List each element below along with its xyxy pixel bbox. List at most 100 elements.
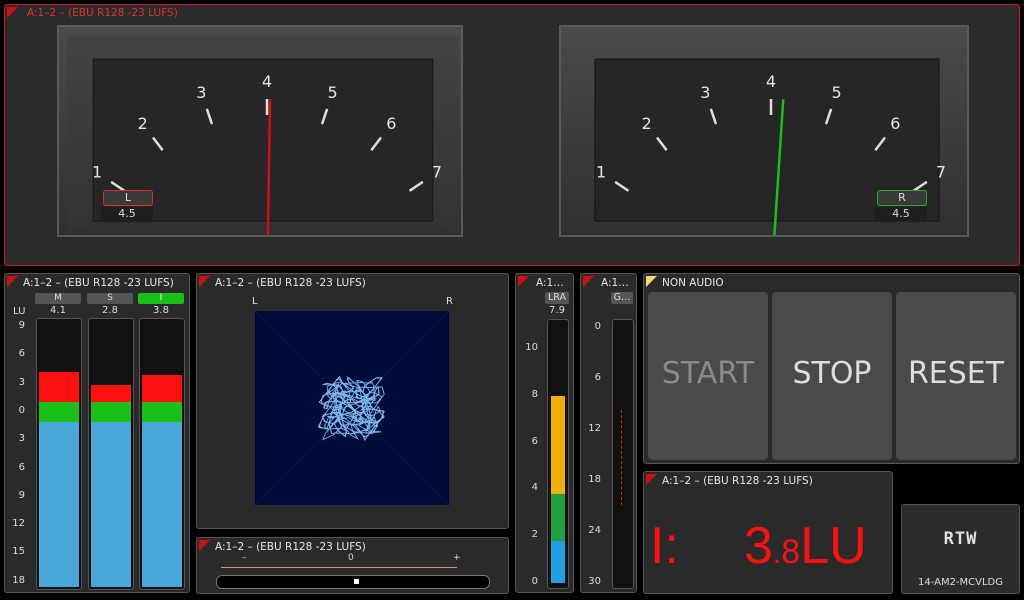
correlation-scale-line [221,567,457,568]
correlation-minus: – [242,553,247,563]
lu-scale-label: 18 [12,574,25,586]
gain-label: G… [611,292,633,304]
meter-value-s: 2.8 [102,305,118,316]
logo-panel: RTW 14-AM2-MCVLDG [901,504,1020,594]
integrated-unit: LU [800,517,867,575]
correlation-zero: 0 [348,553,354,563]
meter-label-i: I [138,293,184,304]
gain-scale-label: 12 [588,423,601,434]
lu-scale-label: 3 [18,376,25,388]
lra-value: 7.9 [549,305,565,316]
lra-scale-label: 2 [531,529,538,541]
gain-panel: A:1… G… 0 6 12 18 24 30 [580,273,637,593]
lra-segment [551,494,565,541]
lu-scale-label: 0 [18,404,25,416]
lu-scale-label: 9 [18,320,25,331]
panel-flag-icon [518,276,529,287]
vu-scale-label: 4 [766,72,776,91]
loudness-bars-panel: A:1–2 – (EBU R128 -23 LUFS) LU 9 6 3 0 3 6 9 12… [4,273,190,593]
vu-scale-label: 3 [700,83,710,102]
gonio-left-label: L [252,296,258,307]
vu-scale-label: 2 [138,114,148,133]
lu-scale-label: 9 [18,489,25,501]
vu-scale-label: 6 [890,114,900,133]
lra-bar [547,319,569,589]
lu-scale-label: 15 [12,546,25,558]
meter-fill [39,401,79,423]
meter-fill [142,401,182,423]
meter-fill [39,422,79,587]
integrated-prefix: I: [650,517,679,575]
meter-fill [39,372,79,402]
start-button[interactable]: START [648,292,768,460]
lra-scale-label: 4 [531,482,538,494]
channel-value-left: 4.5 [101,207,153,221]
gain-scale-label: 30 [588,576,601,587]
correlation-plus: + [453,553,461,563]
lra-segment [551,540,565,583]
lra-scale-label: 0 [531,576,538,587]
meter-fill [91,401,131,423]
lra-panel: A:1… LRA 7.9 10 8 6 4 2 0 [515,273,574,593]
gain-scale-label: 18 [588,474,601,485]
channel-value-right: 4.5 [875,207,927,221]
vu-meter-left: 1 2 3 4 5 6 7 L 4.5 [57,25,463,237]
rtw-logo: RTW [943,529,978,549]
panel-title: A:1… [536,277,564,289]
device-name: 14-AM2-MCVLDG [917,577,1004,588]
panel-flag-icon [7,7,18,18]
integrated-dot: . [772,537,782,570]
lra-scale-label: 6 [531,435,538,447]
lra-scale-label: 8 [531,388,538,400]
reset-button[interactable]: RESET [896,292,1016,460]
integrated-small: 8 [781,533,801,571]
integrated-loudness-panel: A:1–2 – (EBU R128 -23 LUFS) I: 3.8LU [643,471,893,594]
gain-scale-label: 6 [594,372,601,383]
integrated-readout: 3.8LU [744,516,867,576]
meter-label-m: M [35,293,81,304]
gain-scale-label: 0 [594,321,601,332]
panel-flag-icon [7,276,18,287]
meter-value-m: 4.1 [50,305,66,316]
vu-scale-label: 1 [596,162,606,181]
panel-title: NON AUDIO [662,277,724,289]
vu-scale-label: 3 [196,83,206,102]
loudness-meter-bar [88,318,134,590]
lu-scale-label: 3 [18,433,25,445]
lu-scale-label: 12 [12,518,25,530]
panel-flag-icon [646,474,657,485]
panel-title: A:1–2 – (EBU R128 -23 LUFS) [662,475,813,487]
meter-fill [91,422,131,587]
panel-title: A:1–2 – (EBU R128 -23 LUFS) [27,7,178,19]
vu-scale-label: 4 [262,72,272,91]
correlation-meter [216,575,490,589]
vu-scale-label: 7 [432,162,442,181]
panel-flag-icon [583,276,594,287]
correlation-indicator [353,579,359,584]
meter-label-s: S [87,293,133,304]
lu-scale-label: 6 [18,461,25,473]
meter-value-i: 3.8 [153,305,169,316]
gonio-right-label: R [446,296,453,307]
stop-button[interactable]: STOP [772,292,892,460]
panel-flag-icon [646,276,657,287]
vu-scale-label: 5 [832,83,842,102]
channel-label-right: R [877,190,927,206]
integrated-big: 3 [744,517,773,575]
vu-scale-label: 5 [328,83,338,102]
vu-scale-label: 2 [642,114,652,133]
meter-fill [142,422,182,587]
gain-bar [612,319,634,589]
panel-title: A:1… [601,277,629,289]
vu-scale-label: 7 [936,162,946,181]
correlation-panel: A:1–2 – (EBU R128 -23 LUFS) – 0 + [196,537,509,594]
loudness-meter-bar [36,318,82,590]
lu-scale-label: 6 [18,348,25,360]
panel-title: A:1–2 – (EBU R128 -23 LUFS) [215,541,366,553]
channel-label-left: L [103,190,153,206]
lra-label: LRA [545,292,569,304]
panel-flag-icon [199,540,210,551]
vu-meter-panel: A:1–2 – (EBU R128 -23 LUFS) 1 2 3 4 5 6 7 L 4.… [4,4,1020,266]
meter-fill [91,384,131,402]
panel-flag-icon [199,276,210,287]
